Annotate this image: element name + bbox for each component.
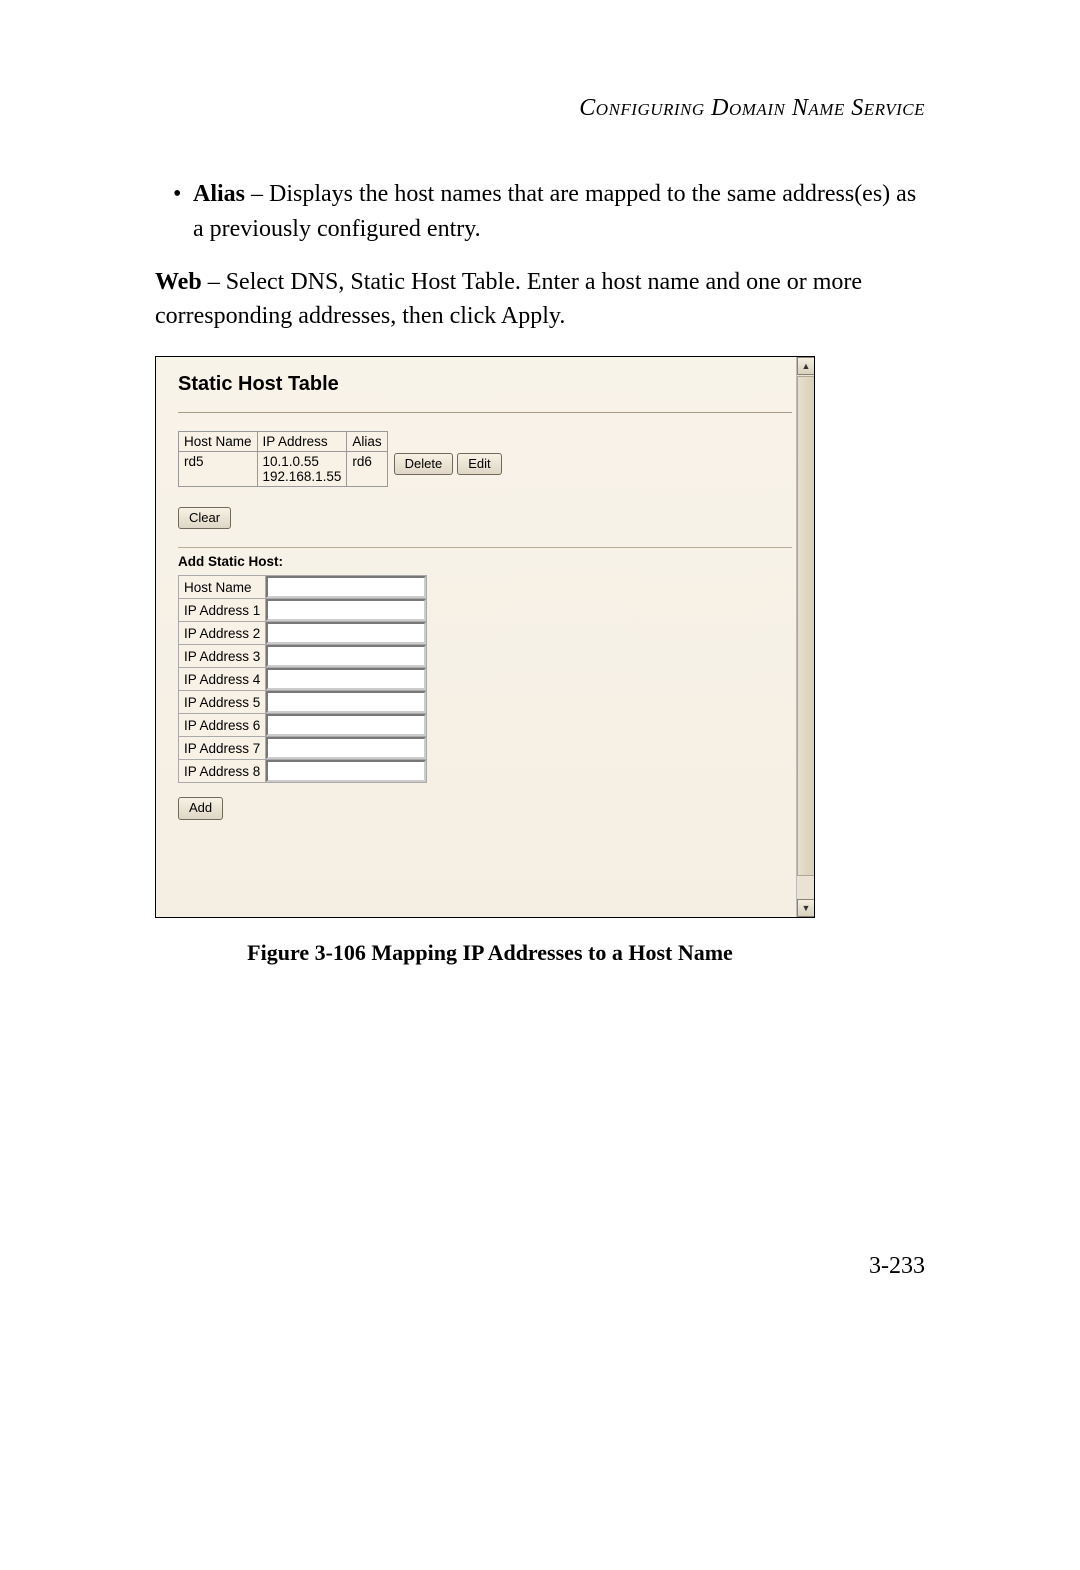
ip8-input[interactable] — [266, 760, 426, 782]
web-desc: – Select DNS, Static Host Table. Enter a… — [155, 269, 862, 330]
clear-button[interactable]: Clear — [178, 507, 231, 529]
delete-button[interactable]: Delete — [394, 453, 454, 475]
page-number: 3-233 — [869, 1253, 925, 1280]
web-term: Web — [155, 269, 202, 295]
col-alias: Alias — [347, 432, 387, 452]
add-button[interactable]: Add — [178, 797, 223, 819]
divider — [178, 412, 792, 413]
cell-ips: 10.1.0.55 192.168.1.55 — [257, 452, 347, 487]
vertical-scrollbar[interactable]: ▲ ▼ — [796, 357, 814, 917]
web-paragraph: Web – Select DNS, Static Host Table. Ent… — [155, 265, 925, 335]
add-host-form: Host Name IP Address 1 IP Address 2 IP A… — [178, 575, 427, 783]
cell-host: rd5 — [179, 452, 258, 487]
ip2-input[interactable] — [266, 622, 426, 644]
label-ip7: IP Address 7 — [179, 737, 266, 760]
ip3-input[interactable] — [266, 645, 426, 667]
scroll-thumb[interactable] — [797, 376, 815, 876]
col-hostname: Host Name — [179, 432, 258, 452]
figure-caption: Figure 3-106 Mapping IP Addresses to a H… — [55, 940, 925, 966]
edit-button[interactable]: Edit — [457, 453, 501, 475]
page-header: Configuring Domain Name Service — [155, 95, 925, 122]
label-ip4: IP Address 4 — [179, 668, 266, 691]
label-ip1: IP Address 1 — [179, 599, 266, 622]
ip5-input[interactable] — [266, 691, 426, 713]
ip4-input[interactable] — [266, 668, 426, 690]
bullet-alias: Alias – Displays the host names that are… — [155, 177, 925, 247]
bullet-term: Alias — [193, 181, 245, 207]
col-ipaddress: IP Address — [257, 432, 347, 452]
scroll-down-icon[interactable]: ▼ — [797, 899, 815, 917]
screenshot-panel: Static Host Table Host Name IP Address A… — [155, 356, 815, 918]
label-ip5: IP Address 5 — [179, 691, 266, 714]
table-row: rd5 10.1.0.55 192.168.1.55 rd6 — [179, 452, 388, 487]
label-ip8: IP Address 8 — [179, 760, 266, 783]
cell-alias: rd6 — [347, 452, 387, 487]
label-hostname: Host Name — [179, 576, 266, 599]
label-ip3: IP Address 3 — [179, 645, 266, 668]
add-static-title: Add Static Host: — [178, 554, 792, 569]
label-ip2: IP Address 2 — [179, 622, 266, 645]
label-ip6: IP Address 6 — [179, 714, 266, 737]
hostname-input[interactable] — [266, 576, 426, 598]
panel-title: Static Host Table — [178, 373, 792, 396]
host-table: Host Name IP Address Alias rd5 10.1.0.55… — [178, 431, 388, 487]
ip1-input[interactable] — [266, 599, 426, 621]
scroll-up-icon[interactable]: ▲ — [797, 357, 815, 375]
divider-thin — [178, 547, 792, 548]
ip7-input[interactable] — [266, 737, 426, 759]
bullet-desc: – Displays the host names that are mappe… — [193, 181, 916, 242]
ip6-input[interactable] — [266, 714, 426, 736]
